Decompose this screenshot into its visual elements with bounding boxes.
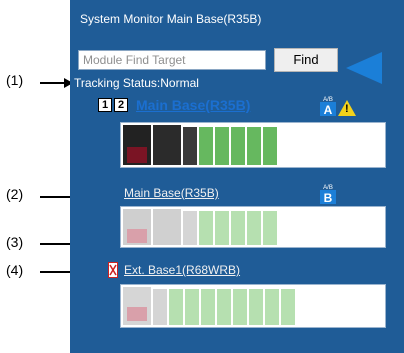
svg-text:B: B — [324, 191, 333, 204]
panel-title: System Monitor Main Base(R35B) — [80, 12, 262, 26]
rack-modules-3 — [123, 287, 295, 325]
svg-text:A: A — [324, 103, 333, 116]
rack-main-base-2[interactable] — [120, 206, 386, 248]
callout-4: (4) — [6, 262, 24, 278]
rack-ext-base-1[interactable] — [120, 284, 386, 328]
find-button[interactable]: Find — [274, 48, 338, 72]
base-number-1[interactable]: 1 — [98, 98, 112, 112]
base-label-ext-1[interactable]: Ext. Base1(R68WRB) — [124, 263, 240, 277]
module-find-input[interactable]: Module Find Target — [78, 50, 266, 70]
system-monitor-panel: System Monitor Main Base(R35B) Module Fi… — [70, 0, 404, 353]
callout-1: (1) — [6, 72, 24, 88]
base-label-main-2[interactable]: Main Base(R35B) — [124, 186, 219, 200]
back-arrow-icon[interactable] — [346, 52, 382, 84]
callout-3: (3) — [6, 234, 24, 250]
rack-main-base-1[interactable] — [120, 122, 386, 168]
module-a-icon[interactable]: A A/B — [318, 96, 338, 116]
error-cross-icon[interactable] — [108, 262, 118, 278]
tracking-status: Tracking Status:Normal — [74, 76, 199, 90]
base-label-main-1[interactable]: Main Base(R35B) — [136, 97, 250, 113]
rack-modules-2 — [123, 209, 277, 245]
warning-mark: ! — [345, 103, 349, 115]
module-b-icon[interactable]: B A/B — [318, 184, 338, 204]
svg-text:A/B: A/B — [323, 97, 333, 103]
base-number-2[interactable]: 2 — [114, 98, 128, 112]
rack-modules-1 — [123, 125, 277, 165]
svg-text:A/B: A/B — [323, 185, 333, 191]
callout-2: (2) — [6, 186, 24, 202]
callout-1-arrow — [40, 82, 66, 84]
